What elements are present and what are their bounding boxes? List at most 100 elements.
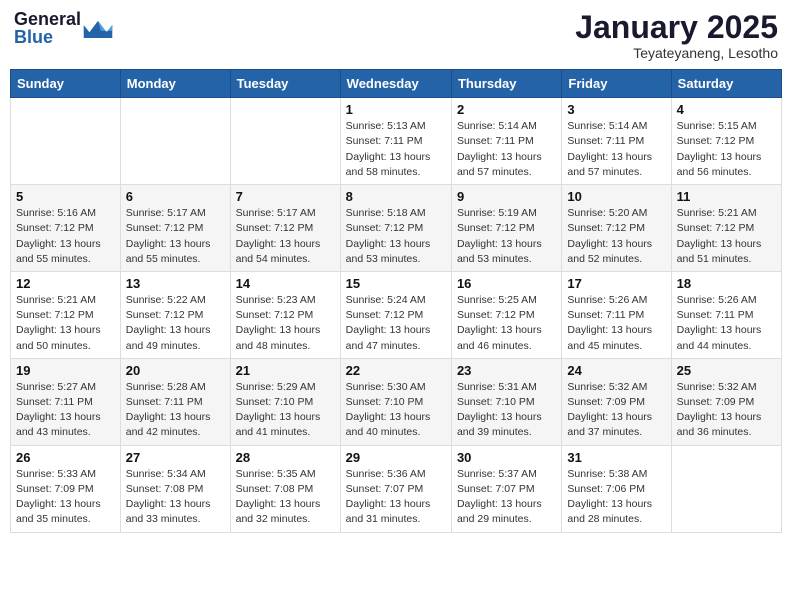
calendar-week-3: 12Sunrise: 5:21 AM Sunset: 7:12 PM Dayli… bbox=[11, 271, 782, 358]
logo-blue: Blue bbox=[14, 28, 81, 46]
calendar-cell: 25 Sunrise: 5:32 AM Sunset: 7:09 PM Dayli… bbox=[671, 358, 781, 445]
calendar-cell: 9Sunrise: 5:19 AM Sunset: 7:12 PM Daylig… bbox=[451, 185, 561, 272]
day-number: 11 bbox=[677, 189, 776, 204]
title-section: January 2025 Teyateyaneng, Lesotho bbox=[575, 10, 778, 61]
calendar-cell: 3 Sunrise: 5:14 AM Sunset: 7:11 PM Daylig… bbox=[562, 98, 671, 185]
weekday-header-wednesday: Wednesday bbox=[340, 70, 451, 98]
day-info: Sunrise: 5:21 AM Sunset: 7:12 PM Dayligh… bbox=[16, 293, 115, 354]
calendar-cell: 18 Sunrise: 5:26 AM Sunset: 7:11 PM Dayli… bbox=[671, 271, 781, 358]
calendar-cell bbox=[230, 98, 340, 185]
day-info: Sunrise: 5:14 AM Sunset: 7:11 PM Dayligh… bbox=[457, 119, 556, 180]
day-info: Sunrise: 5:37 AM Sunset: 7:07 PM Dayligh… bbox=[457, 467, 556, 528]
weekday-header-sunday: Sunday bbox=[11, 70, 121, 98]
day-number: 25 bbox=[677, 363, 776, 378]
day-info: Sunrise: 5:17 AM Sunset: 7:12 PM Dayligh… bbox=[126, 206, 225, 267]
day-number: 29 bbox=[346, 450, 446, 465]
day-number: 1 bbox=[346, 102, 446, 117]
calendar-cell: 13 Sunrise: 5:22 AM Sunset: 7:12 PM Dayli… bbox=[120, 271, 230, 358]
calendar-cell: 17 Sunrise: 5:26 AM Sunset: 7:11 PM Dayli… bbox=[562, 271, 671, 358]
calendar-cell: 14 Sunrise: 5:23 AM Sunset: 7:12 PM Dayli… bbox=[230, 271, 340, 358]
weekday-header-tuesday: Tuesday bbox=[230, 70, 340, 98]
day-info: Sunrise: 5:32 AM Sunset: 7:09 PM Dayligh… bbox=[567, 380, 665, 441]
day-info: Sunrise: 5:33 AM Sunset: 7:09 PM Dayligh… bbox=[16, 467, 115, 528]
day-number: 21 bbox=[236, 363, 335, 378]
calendar-cell: 24 Sunrise: 5:32 AM Sunset: 7:09 PM Dayli… bbox=[562, 358, 671, 445]
day-info: Sunrise: 5:22 AM Sunset: 7:12 PM Dayligh… bbox=[126, 293, 225, 354]
day-info: Sunrise: 5:15 AM Sunset: 7:12 PM Dayligh… bbox=[677, 119, 776, 180]
day-info: Sunrise: 5:36 AM Sunset: 7:07 PM Dayligh… bbox=[346, 467, 446, 528]
calendar-cell bbox=[671, 445, 781, 532]
day-info: Sunrise: 5:18 AM Sunset: 7:12 PM Dayligh… bbox=[346, 206, 446, 267]
calendar-cell: 1 Sunrise: 5:13 AM Sunset: 7:11 PM Daylig… bbox=[340, 98, 451, 185]
day-number: 24 bbox=[567, 363, 665, 378]
day-info: Sunrise: 5:17 AM Sunset: 7:12 PM Dayligh… bbox=[236, 206, 335, 267]
day-number: 10 bbox=[567, 189, 665, 204]
day-info: Sunrise: 5:32 AM Sunset: 7:09 PM Dayligh… bbox=[677, 380, 776, 441]
day-info: Sunrise: 5:29 AM Sunset: 7:10 PM Dayligh… bbox=[236, 380, 335, 441]
calendar-cell: 26Sunrise: 5:33 AM Sunset: 7:09 PM Dayli… bbox=[11, 445, 121, 532]
day-info: Sunrise: 5:34 AM Sunset: 7:08 PM Dayligh… bbox=[126, 467, 225, 528]
logo: General Blue bbox=[14, 10, 113, 46]
day-number: 31 bbox=[567, 450, 665, 465]
calendar-cell: 28Sunrise: 5:35 AM Sunset: 7:08 PM Dayli… bbox=[230, 445, 340, 532]
calendar-week-2: 5 Sunrise: 5:16 AM Sunset: 7:12 PM Daylig… bbox=[11, 185, 782, 272]
day-info: Sunrise: 5:26 AM Sunset: 7:11 PM Dayligh… bbox=[677, 293, 776, 354]
day-number: 4 bbox=[677, 102, 776, 117]
day-number: 18 bbox=[677, 276, 776, 291]
weekday-header-friday: Friday bbox=[562, 70, 671, 98]
day-number: 28 bbox=[236, 450, 335, 465]
day-number: 14 bbox=[236, 276, 335, 291]
weekday-header-monday: Monday bbox=[120, 70, 230, 98]
calendar-cell: 23Sunrise: 5:31 AM Sunset: 7:10 PM Dayli… bbox=[451, 358, 561, 445]
weekday-header-saturday: Saturday bbox=[671, 70, 781, 98]
day-number: 30 bbox=[457, 450, 556, 465]
day-info: Sunrise: 5:27 AM Sunset: 7:11 PM Dayligh… bbox=[16, 380, 115, 441]
day-info: Sunrise: 5:30 AM Sunset: 7:10 PM Dayligh… bbox=[346, 380, 446, 441]
calendar-cell: 5 Sunrise: 5:16 AM Sunset: 7:12 PM Daylig… bbox=[11, 185, 121, 272]
calendar-cell: 8 Sunrise: 5:18 AM Sunset: 7:12 PM Daylig… bbox=[340, 185, 451, 272]
logo-general: General bbox=[14, 10, 81, 28]
day-number: 2 bbox=[457, 102, 556, 117]
day-number: 5 bbox=[16, 189, 115, 204]
day-info: Sunrise: 5:16 AM Sunset: 7:12 PM Dayligh… bbox=[16, 206, 115, 267]
day-number: 13 bbox=[126, 276, 225, 291]
calendar-cell: 16 Sunrise: 5:25 AM Sunset: 7:12 PM Dayli… bbox=[451, 271, 561, 358]
day-info: Sunrise: 5:26 AM Sunset: 7:11 PM Dayligh… bbox=[567, 293, 665, 354]
calendar-cell bbox=[11, 98, 121, 185]
day-info: Sunrise: 5:23 AM Sunset: 7:12 PM Dayligh… bbox=[236, 293, 335, 354]
day-info: Sunrise: 5:13 AM Sunset: 7:11 PM Dayligh… bbox=[346, 119, 446, 180]
day-number: 17 bbox=[567, 276, 665, 291]
day-number: 20 bbox=[126, 363, 225, 378]
day-info: Sunrise: 5:28 AM Sunset: 7:11 PM Dayligh… bbox=[126, 380, 225, 441]
calendar-cell: 2 Sunrise: 5:14 AM Sunset: 7:11 PM Daylig… bbox=[451, 98, 561, 185]
day-number: 3 bbox=[567, 102, 665, 117]
day-number: 8 bbox=[346, 189, 446, 204]
calendar-cell bbox=[120, 98, 230, 185]
day-info: Sunrise: 5:31 AM Sunset: 7:10 PM Dayligh… bbox=[457, 380, 556, 441]
calendar-table: SundayMondayTuesdayWednesdayThursdayFrid… bbox=[10, 69, 782, 532]
calendar-cell: 19 Sunrise: 5:27 AM Sunset: 7:11 PM Dayli… bbox=[11, 358, 121, 445]
weekday-header-row: SundayMondayTuesdayWednesdayThursdayFrid… bbox=[11, 70, 782, 98]
calendar-cell: 22 Sunrise: 5:30 AM Sunset: 7:10 PM Dayli… bbox=[340, 358, 451, 445]
day-info: Sunrise: 5:38 AM Sunset: 7:06 PM Dayligh… bbox=[567, 467, 665, 528]
weekday-header-thursday: Thursday bbox=[451, 70, 561, 98]
month-title: January 2025 bbox=[575, 10, 778, 45]
day-number: 19 bbox=[16, 363, 115, 378]
calendar-cell: 10 Sunrise: 5:20 AM Sunset: 7:12 PM Dayli… bbox=[562, 185, 671, 272]
day-number: 27 bbox=[126, 450, 225, 465]
calendar-cell: 12Sunrise: 5:21 AM Sunset: 7:12 PM Dayli… bbox=[11, 271, 121, 358]
day-number: 22 bbox=[346, 363, 446, 378]
calendar-week-5: 26Sunrise: 5:33 AM Sunset: 7:09 PM Dayli… bbox=[11, 445, 782, 532]
day-number: 16 bbox=[457, 276, 556, 291]
calendar-cell: 20 Sunrise: 5:28 AM Sunset: 7:11 PM Dayli… bbox=[120, 358, 230, 445]
location: Teyateyaneng, Lesotho bbox=[575, 45, 778, 61]
calendar-cell: 30 Sunrise: 5:37 AM Sunset: 7:07 PM Dayli… bbox=[451, 445, 561, 532]
page-header: General Blue January 2025 Teyateyaneng, … bbox=[10, 10, 782, 61]
day-info: Sunrise: 5:19 AM Sunset: 7:12 PM Dayligh… bbox=[457, 206, 556, 267]
calendar-cell: 7Sunrise: 5:17 AM Sunset: 7:12 PM Daylig… bbox=[230, 185, 340, 272]
day-info: Sunrise: 5:25 AM Sunset: 7:12 PM Dayligh… bbox=[457, 293, 556, 354]
day-number: 6 bbox=[126, 189, 225, 204]
day-info: Sunrise: 5:14 AM Sunset: 7:11 PM Dayligh… bbox=[567, 119, 665, 180]
calendar-week-1: 1 Sunrise: 5:13 AM Sunset: 7:11 PM Daylig… bbox=[11, 98, 782, 185]
day-info: Sunrise: 5:20 AM Sunset: 7:12 PM Dayligh… bbox=[567, 206, 665, 267]
